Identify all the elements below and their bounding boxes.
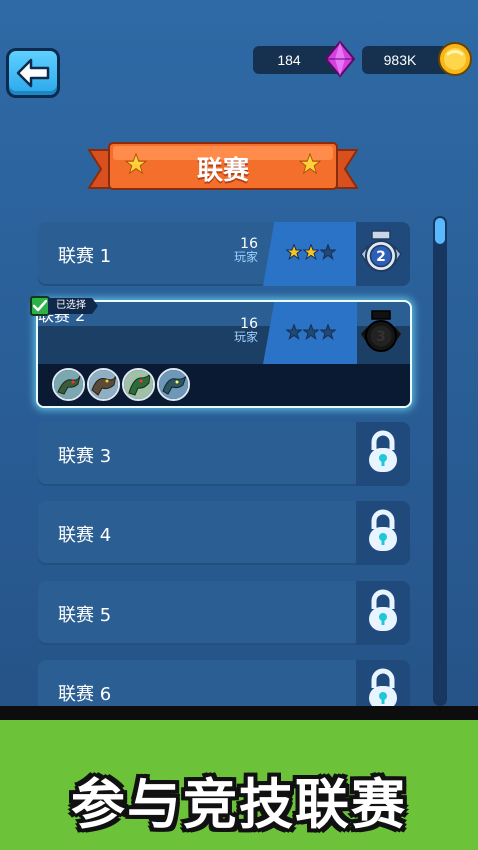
lock-icon [369,589,397,631]
team-avatars-row [38,364,410,406]
star-empty-icon [320,324,336,340]
arrow-left-icon [16,58,50,88]
scrollbar-thumb[interactable] [435,218,445,244]
league-item-3[interactable]: 联赛 3 [38,422,410,486]
coin-count: 983K [383,52,417,68]
page-title: 联赛 [196,156,249,186]
promo-text: 参与竞技联赛 [71,773,407,836]
lock-icon [369,509,397,551]
star-empty-icon [303,324,319,340]
dragon-avatar [52,368,85,401]
gem-count: 184 [277,52,301,68]
star-empty-icon [320,244,336,260]
selected-tag: 已选择 [30,294,98,318]
checkbox-checked-icon [30,296,50,316]
player-label: 玩家 [233,250,258,264]
gem-counter[interactable]: 184 [253,40,356,78]
league-name: 联赛 6 [58,684,112,705]
selected-label: 已选择 [48,298,98,314]
star-rating [286,244,336,260]
dragon-avatar [122,368,155,401]
player-label: 玩家 [233,330,258,344]
coin-icon [438,42,472,76]
league-name: 联赛 3 [58,446,112,467]
coin-counter[interactable]: 983K [362,42,472,76]
title-ribbon: 联赛 [87,140,359,196]
star-rating [286,324,336,340]
gem-icon [324,40,356,78]
league-name: 联赛 4 [58,525,112,546]
lock-icon [369,430,397,472]
league-item-5[interactable]: 联赛 5 [38,581,410,645]
promo-banner: 参与竞技联赛 [0,706,478,850]
locked-medal-icon: 3 [361,310,401,352]
star-filled-icon [286,244,302,260]
scrollbar[interactable] [433,216,447,706]
silver-medal-icon: 2 [360,230,402,272]
star-empty-icon [286,324,302,340]
medal-number: 2 [376,249,386,265]
dragon-avatar [157,368,190,401]
back-button[interactable] [6,48,60,98]
league-name: 联赛 5 [58,605,112,626]
league-item-1[interactable]: 联赛 1 16 玩家 2 [38,222,410,286]
medal-number: 3 [376,329,386,345]
league-item-4[interactable]: 联赛 4 [38,501,410,565]
player-count: 16 玩家 [218,317,258,344]
player-count: 16 玩家 [218,237,258,264]
star-filled-icon [303,244,319,260]
league-name: 联赛 1 [58,246,112,267]
dragon-avatar [87,368,120,401]
